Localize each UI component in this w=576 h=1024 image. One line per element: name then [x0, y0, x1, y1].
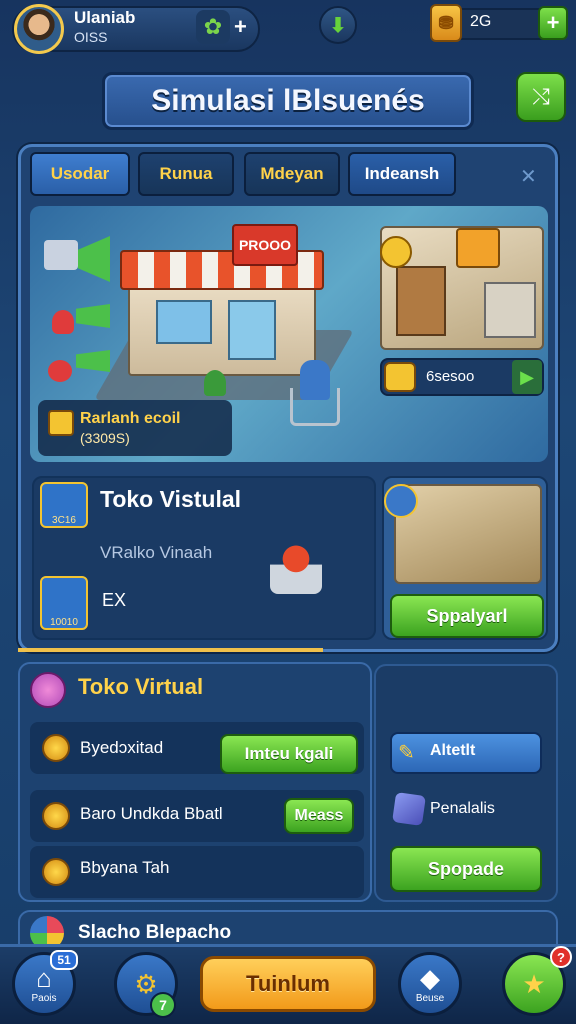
side-item-label: Penalalis — [430, 800, 495, 817]
shelf-icon — [396, 266, 446, 336]
gem-box-icon — [392, 792, 426, 826]
fruit-icon — [52, 310, 74, 334]
coin-icon — [380, 236, 412, 268]
list-item-label: Byedɔxitad — [80, 738, 164, 757]
arrow-down-icon[interactable]: ⬇ — [319, 6, 357, 44]
panel-highlight — [18, 648, 323, 652]
tab-0[interactable]: Usodar — [30, 152, 130, 196]
reward-label: Rarlanh ecoil — [80, 410, 181, 427]
home-label: Paois — [31, 992, 57, 1004]
coin-icon: ⛃ — [430, 4, 462, 42]
box-icon — [44, 240, 78, 270]
gear-icon: ⚙ — [134, 969, 158, 999]
home-badge: 51 — [50, 950, 78, 970]
alert-badge: ? — [550, 946, 572, 968]
add-coins-button[interactable]: + — [538, 6, 568, 40]
main-action-button[interactable]: Tuinlum — [200, 956, 376, 1012]
coin-stack-icon — [42, 734, 70, 762]
store-sign — [456, 228, 500, 268]
goods-icon — [384, 362, 416, 392]
ice-cream-icon — [384, 484, 418, 518]
list-item-label: Bbyana Tah — [80, 858, 170, 877]
coin-stack-icon — [42, 802, 70, 830]
list-item-label: Baro Undkda Bbatl — [80, 804, 223, 823]
list-item-button[interactable]: Imteu kgali — [220, 734, 358, 774]
page-title: Simulasi lBlsuenés — [102, 72, 474, 130]
settings-badge: 7 — [150, 992, 176, 1018]
heart-icon — [48, 360, 72, 382]
shop-sign: PROOO — [232, 224, 298, 266]
shop-button[interactable]: ◆ Beuse — [398, 952, 462, 1016]
gold-box-icon — [42, 858, 70, 886]
ex-label: EX — [102, 590, 127, 610]
coin-badge-icon: 3C16 — [40, 482, 88, 528]
shop-door — [228, 300, 276, 360]
home-icon: ⌂ — [36, 962, 52, 993]
player-name: Ulaniab — [74, 8, 136, 27]
player-subtitle: OISS — [74, 29, 108, 45]
share-icon[interactable]: ⤭ — [516, 72, 566, 122]
close-icon[interactable]: ✕ — [520, 164, 537, 189]
tab-3[interactable]: Indeansh — [348, 152, 456, 196]
gold-stack-icon: 10010 — [40, 576, 88, 630]
leaf-icon[interactable]: ✿ — [196, 10, 230, 44]
upgrade-button[interactable]: Spopade — [390, 846, 542, 892]
buy-button[interactable]: Sppalyarl — [390, 594, 544, 638]
chevron-right-icon[interactable]: ▶ — [512, 360, 542, 394]
tab-2[interactable]: Mdeyan — [244, 152, 340, 196]
crate-icon — [48, 410, 74, 436]
shop-window — [156, 300, 212, 344]
add-resource-button[interactable]: + — [234, 14, 247, 40]
tab-1[interactable]: Runua — [138, 152, 234, 196]
pencil-icon: ✎ — [398, 742, 415, 764]
plant-icon — [204, 370, 226, 396]
reward-value: (3309S) — [80, 430, 130, 446]
star-icon: ★ — [522, 969, 546, 999]
player-avatar[interactable] — [14, 4, 64, 54]
shelf-icon — [484, 282, 536, 338]
shop-label: Beuse — [415, 992, 445, 1004]
cart-icon — [290, 388, 340, 426]
toko-subtitle: VRalko Vinaah — [100, 543, 213, 562]
store-value: 6sesoo — [426, 368, 475, 385]
list-item-button[interactable]: Meass — [284, 798, 354, 834]
side-action-label: Altetlt — [430, 742, 476, 759]
shopping-cart-icon — [270, 540, 322, 594]
section-title: Toko Virtual — [78, 674, 204, 699]
candy-icon — [30, 672, 66, 708]
tag-icon: ◆ — [420, 962, 440, 993]
toko-title: Toko Vistulal — [100, 486, 242, 512]
partial-card-title: Slacho Blepacho — [78, 922, 232, 943]
coin-value: 2G — [470, 13, 492, 30]
